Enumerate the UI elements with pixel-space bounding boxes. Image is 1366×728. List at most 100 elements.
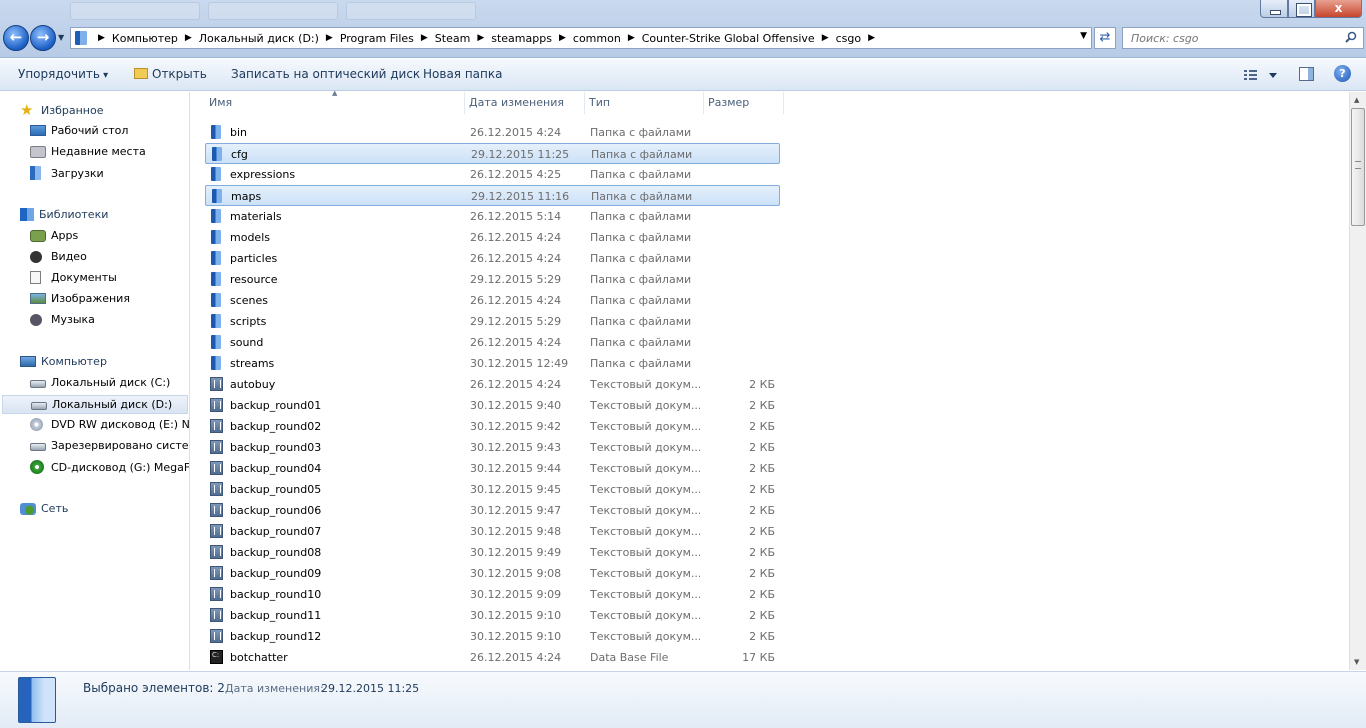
folder-row[interactable]: bin 26.12.2015 4:24 Папка с файлами: [205, 122, 780, 143]
breadcrumb-item[interactable]: Counter-Strike Global Offensive: [638, 32, 819, 45]
file-name: backup_round06: [230, 504, 322, 517]
folder-row[interactable]: scenes 26.12.2015 4:24 Папка с файлами: [205, 290, 780, 311]
nav-item-drive-d[interactable]: Локальный диск (D:): [2, 395, 188, 414]
chevron-right-icon[interactable]: ▶: [182, 33, 195, 43]
nav-item-recent-places[interactable]: Недавние места: [30, 145, 189, 158]
file-type: Папка с файлами: [590, 336, 692, 349]
file-row[interactable]: backup_round07 30.12.2015 9:48 Текстовый д…: [205, 521, 780, 542]
scroll-up-icon[interactable]: ▲: [1354, 96, 1359, 104]
file-date: 26.12.2015 4:24: [470, 126, 562, 139]
breadcrumb-item[interactable]: common: [569, 32, 625, 45]
nav-item-music[interactable]: Музыка: [30, 313, 189, 326]
folder-row[interactable]: expressions 26.12.2015 4:25 Папка с файлам…: [205, 164, 780, 185]
chevron-right-icon[interactable]: ▶: [819, 33, 832, 43]
maximize-button[interactable]: [1288, 0, 1315, 18]
nav-group-network[interactable]: Сеть: [20, 502, 68, 515]
nav-item-documents[interactable]: Документы: [30, 271, 189, 284]
breadcrumb-item[interactable]: csgo: [832, 32, 866, 45]
address-bar[interactable]: ▶ Компьютер ▶ Локальный диск (D:) ▶ Program F…: [70, 27, 1092, 49]
folder-row[interactable]: streams 30.12.2015 12:49 Папка с файлами: [205, 353, 780, 374]
chevron-right-icon[interactable]: ▶: [556, 33, 569, 43]
column-header-type[interactable]: Тип: [585, 92, 704, 114]
file-date: 30.12.2015 9:49: [470, 546, 562, 559]
preview-pane-icon[interactable]: [1299, 67, 1314, 81]
breadcrumb-item[interactable]: Program Files: [336, 32, 418, 45]
file-row[interactable]: backup_round03 30.12.2015 9:43 Текстовый д…: [205, 437, 780, 458]
file-row[interactable]: backup_round02 30.12.2015 9:42 Текстовый д…: [205, 416, 780, 437]
breadcrumb-item[interactable]: Steam: [431, 32, 475, 45]
file-row[interactable]: autobuy 26.12.2015 4:24 Текстовый докум...…: [205, 374, 780, 395]
chevron-right-icon[interactable]: ▶: [625, 33, 638, 43]
chevron-right-icon[interactable]: ▶: [323, 33, 336, 43]
file-row[interactable]: backup_round12 30.12.2015 9:10 Текстовый д…: [205, 626, 780, 647]
search-box[interactable]: [1122, 27, 1364, 49]
file-row[interactable]: backup_round10 30.12.2015 9:09 Текстовый д…: [205, 584, 780, 605]
nav-item-apps[interactable]: Apps: [30, 229, 189, 242]
close-button[interactable]: x: [1315, 0, 1362, 18]
folder-row[interactable]: materials 26.12.2015 5:14 Папка с файлами: [205, 206, 780, 227]
minimize-button[interactable]: [1260, 0, 1288, 18]
column-header-size[interactable]: Размер: [704, 92, 784, 114]
nav-item-reserved[interactable]: Зарезервировано систем: [30, 439, 189, 452]
breadcrumb-item[interactable]: Компьютер: [108, 32, 182, 45]
file-date: 26.12.2015 4:24: [470, 252, 562, 265]
chevron-right-icon[interactable]: ▶: [865, 33, 878, 43]
column-header-name[interactable]: Имя: [205, 92, 465, 114]
nav-item-dvd-drive[interactable]: DVD RW дисковод (E:) Nev: [30, 418, 189, 431]
refresh-button[interactable]: ⇄: [1094, 27, 1116, 49]
search-icon[interactable]: [1345, 31, 1357, 43]
folder-row[interactable]: scripts 29.12.2015 5:29 Папка с файлами: [205, 311, 780, 332]
folder-row[interactable]: cfg 29.12.2015 11:25 Папка с файлами: [205, 143, 780, 164]
scroll-down-icon[interactable]: ▼: [1354, 658, 1359, 666]
scroll-thumb[interactable]: [1351, 108, 1365, 226]
network-icon: [20, 502, 36, 515]
file-row[interactable]: backup_round08 30.12.2015 9:49 Текстовый д…: [205, 542, 780, 563]
file-row[interactable]: backup_round06 30.12.2015 9:47 Текстовый д…: [205, 500, 780, 521]
text-file-icon: [210, 377, 223, 391]
folder-row[interactable]: particles 26.12.2015 4:24 Папка с файлами: [205, 248, 780, 269]
documents-library-icon: [30, 271, 41, 284]
nav-item-downloads[interactable]: Загрузки: [30, 166, 189, 180]
file-date: 30.12.2015 9:09: [470, 588, 562, 601]
text-file-icon: [210, 587, 223, 601]
breadcrumb-item[interactable]: Локальный диск (D:): [195, 32, 323, 45]
folder-row[interactable]: sound 26.12.2015 4:24 Папка с файлами: [205, 332, 780, 353]
folder-row[interactable]: models 26.12.2015 4:24 Папка с файлами: [205, 227, 780, 248]
open-button[interactable]: Открыть: [134, 67, 207, 81]
folder-row[interactable]: maps 29.12.2015 11:16 Папка с файлами: [205, 185, 780, 206]
chevron-down-icon[interactable]: ▼: [1080, 31, 1087, 41]
change-view-button[interactable]: [1243, 68, 1277, 82]
file-row[interactable]: backup_round11 30.12.2015 9:10 Текстовый д…: [205, 605, 780, 626]
file-date: 30.12.2015 9:43: [470, 441, 562, 454]
burn-disc-button[interactable]: Записать на оптический диск: [231, 67, 420, 81]
file-name: backup_round11: [230, 609, 322, 622]
breadcrumb-item[interactable]: steamapps: [487, 32, 556, 45]
chevron-right-icon[interactable]: ▶: [474, 33, 487, 43]
search-input[interactable]: [1123, 28, 1333, 48]
forward-button[interactable]: →: [30, 25, 56, 51]
back-button[interactable]: ←: [3, 25, 29, 51]
file-row[interactable]: backup_round05 30.12.2015 9:45 Текстовый д…: [205, 479, 780, 500]
folder-row[interactable]: resource 29.12.2015 5:29 Папка с файлами: [205, 269, 780, 290]
nav-item-pictures[interactable]: Изображения: [30, 292, 189, 305]
chevron-right-icon[interactable]: ▶: [418, 33, 431, 43]
nav-item-video[interactable]: Видео: [30, 250, 189, 263]
nav-group-favorites[interactable]: ★ Избранное: [20, 103, 103, 118]
chevron-right-icon[interactable]: ▶: [95, 33, 108, 43]
nav-group-libraries[interactable]: Библиотеки: [20, 208, 108, 221]
help-button[interactable]: ?: [1334, 65, 1351, 82]
file-row[interactable]: botchatter 26.12.2015 4:24 Data Base File 1…: [205, 647, 780, 668]
recent-pages-dropdown[interactable]: ▼: [58, 33, 68, 43]
nav-item-cd-drive[interactable]: CD-дисковод (G:) MegaFc: [30, 460, 189, 474]
new-folder-button[interactable]: Новая папка: [423, 67, 502, 81]
vertical-scrollbar[interactable]: ▲ ▼: [1349, 92, 1366, 670]
organize-button[interactable]: Упорядочить: [18, 67, 108, 81]
nav-group-computer[interactable]: Компьютер: [20, 355, 107, 368]
file-row[interactable]: backup_round09 30.12.2015 9:08 Текстовый д…: [205, 563, 780, 584]
file-date: 26.12.2015 4:24: [470, 336, 562, 349]
nav-item-desktop[interactable]: Рабочий стол: [30, 124, 189, 137]
nav-item-drive-c[interactable]: Локальный диск (C:): [30, 376, 189, 389]
file-row[interactable]: backup_round04 30.12.2015 9:44 Текстовый д…: [205, 458, 780, 479]
column-header-date[interactable]: Дата изменения: [465, 92, 585, 114]
file-row[interactable]: backup_round01 30.12.2015 9:40 Текстовый д…: [205, 395, 780, 416]
